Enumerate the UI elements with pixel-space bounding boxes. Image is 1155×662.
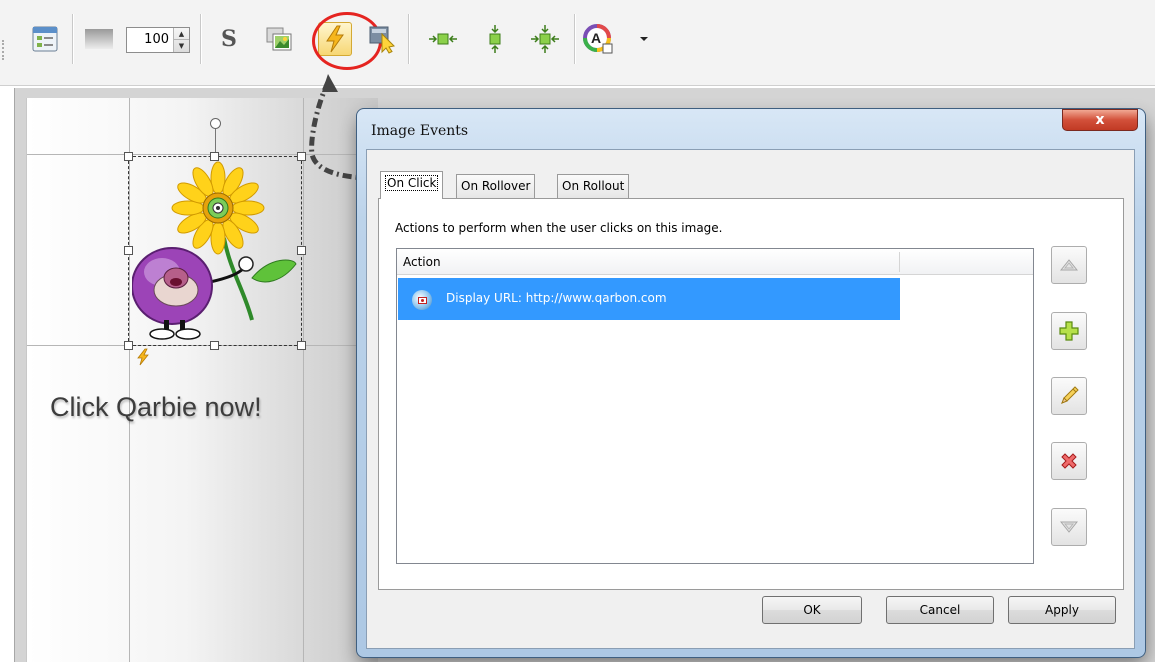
toolbar-separator <box>200 14 201 64</box>
svg-text:A: A <box>591 30 601 46</box>
resize-handle[interactable] <box>210 341 219 350</box>
edit-action-button[interactable] <box>1051 377 1087 415</box>
tab-on-rollout-label: On Rollout <box>562 179 625 193</box>
move-down-button[interactable] <box>1051 508 1087 546</box>
toolbar-grip[interactable] <box>2 40 8 60</box>
style-button[interactable]: S <box>212 22 246 56</box>
rotation-handle[interactable] <box>210 118 221 129</box>
list-item-label: Display URL: http://www.qarbon.com <box>446 291 667 305</box>
color-palette-icon: A <box>583 24 613 54</box>
zoom-stepper[interactable]: 100 ▲ ▼ <box>126 27 190 53</box>
tab-on-rollover-label: On Rollover <box>461 179 531 193</box>
close-button[interactable]: x <box>1062 109 1138 131</box>
resize-handle[interactable] <box>124 341 133 350</box>
image-icon <box>266 27 292 51</box>
toolbar-separator <box>574 14 575 64</box>
center-both-button[interactable] <box>528 22 562 56</box>
center-horizontal-button[interactable] <box>426 22 460 56</box>
color-dropdown-button[interactable] <box>632 22 656 56</box>
stepper-down-icon[interactable]: ▼ <box>174 40 189 52</box>
color-palette-button[interactable]: A <box>582 22 616 56</box>
tab-on-rollout[interactable]: On Rollout <box>557 174 630 198</box>
url-icon <box>412 290 432 310</box>
add-icon <box>1059 321 1079 341</box>
add-action-button[interactable] <box>1051 312 1087 350</box>
properties-button[interactable] <box>28 22 62 56</box>
toolbar-separator <box>72 14 73 64</box>
properties-icon <box>32 26 58 52</box>
stepper-up-icon[interactable]: ▲ <box>174 28 189 40</box>
tab-on-click-label: On Click <box>385 175 439 191</box>
close-icon: x <box>1095 112 1105 128</box>
selection-box <box>128 156 302 346</box>
center-horizontal-icon <box>429 33 457 45</box>
center-both-icon <box>531 25 559 53</box>
select-button[interactable] <box>366 22 400 56</box>
tab-on-click[interactable]: On Click <box>380 171 444 199</box>
toolbar: 100 ▲ ▼ S A <box>0 0 1155 86</box>
toolbar-separator <box>408 14 409 64</box>
opacity-button[interactable] <box>82 22 116 56</box>
cancel-button[interactable]: Cancel <box>886 596 994 624</box>
dropdown-arrow-icon <box>640 37 648 41</box>
select-cursor-icon <box>369 26 396 54</box>
edit-icon <box>1061 386 1079 404</box>
ok-button[interactable]: OK <box>762 596 862 624</box>
center-vertical-button[interactable] <box>478 22 512 56</box>
canvas-caption-text[interactable]: Click Qarbie now! <box>50 392 262 423</box>
resize-handle[interactable] <box>297 246 306 255</box>
center-vertical-icon <box>489 25 501 53</box>
resize-handle[interactable] <box>124 152 133 161</box>
style-s-icon: S <box>221 26 237 52</box>
resize-handle[interactable] <box>210 152 219 161</box>
list-item[interactable]: Display URL: http://www.qarbon.com <box>398 278 900 320</box>
move-up-button[interactable] <box>1051 246 1087 284</box>
zoom-value[interactable]: 100 <box>131 32 169 47</box>
event-lightning-icon <box>137 348 149 366</box>
move-down-icon <box>1060 521 1078 533</box>
move-up-icon <box>1060 259 1078 271</box>
resize-handle[interactable] <box>297 341 306 350</box>
apply-button[interactable]: Apply <box>1008 596 1116 624</box>
delete-icon <box>1061 453 1077 469</box>
stepper-buttons: ▲ ▼ <box>173 28 189 52</box>
tab-on-rollover[interactable]: On Rollover <box>456 174 536 198</box>
panel-description: Actions to perform when the user clicks … <box>395 221 723 235</box>
action-list[interactable]: Action Display URL: http://www.qarbon.co… <box>396 248 1034 564</box>
column-header-label: Action <box>403 255 441 269</box>
opacity-icon <box>85 29 113 49</box>
dialog-title: Image Events <box>371 123 469 139</box>
column-divider[interactable] <box>899 252 900 272</box>
delete-action-button[interactable] <box>1051 442 1087 480</box>
image-button[interactable] <box>262 22 296 56</box>
resize-handle[interactable] <box>124 246 133 255</box>
column-header[interactable]: Action <box>397 249 1033 275</box>
